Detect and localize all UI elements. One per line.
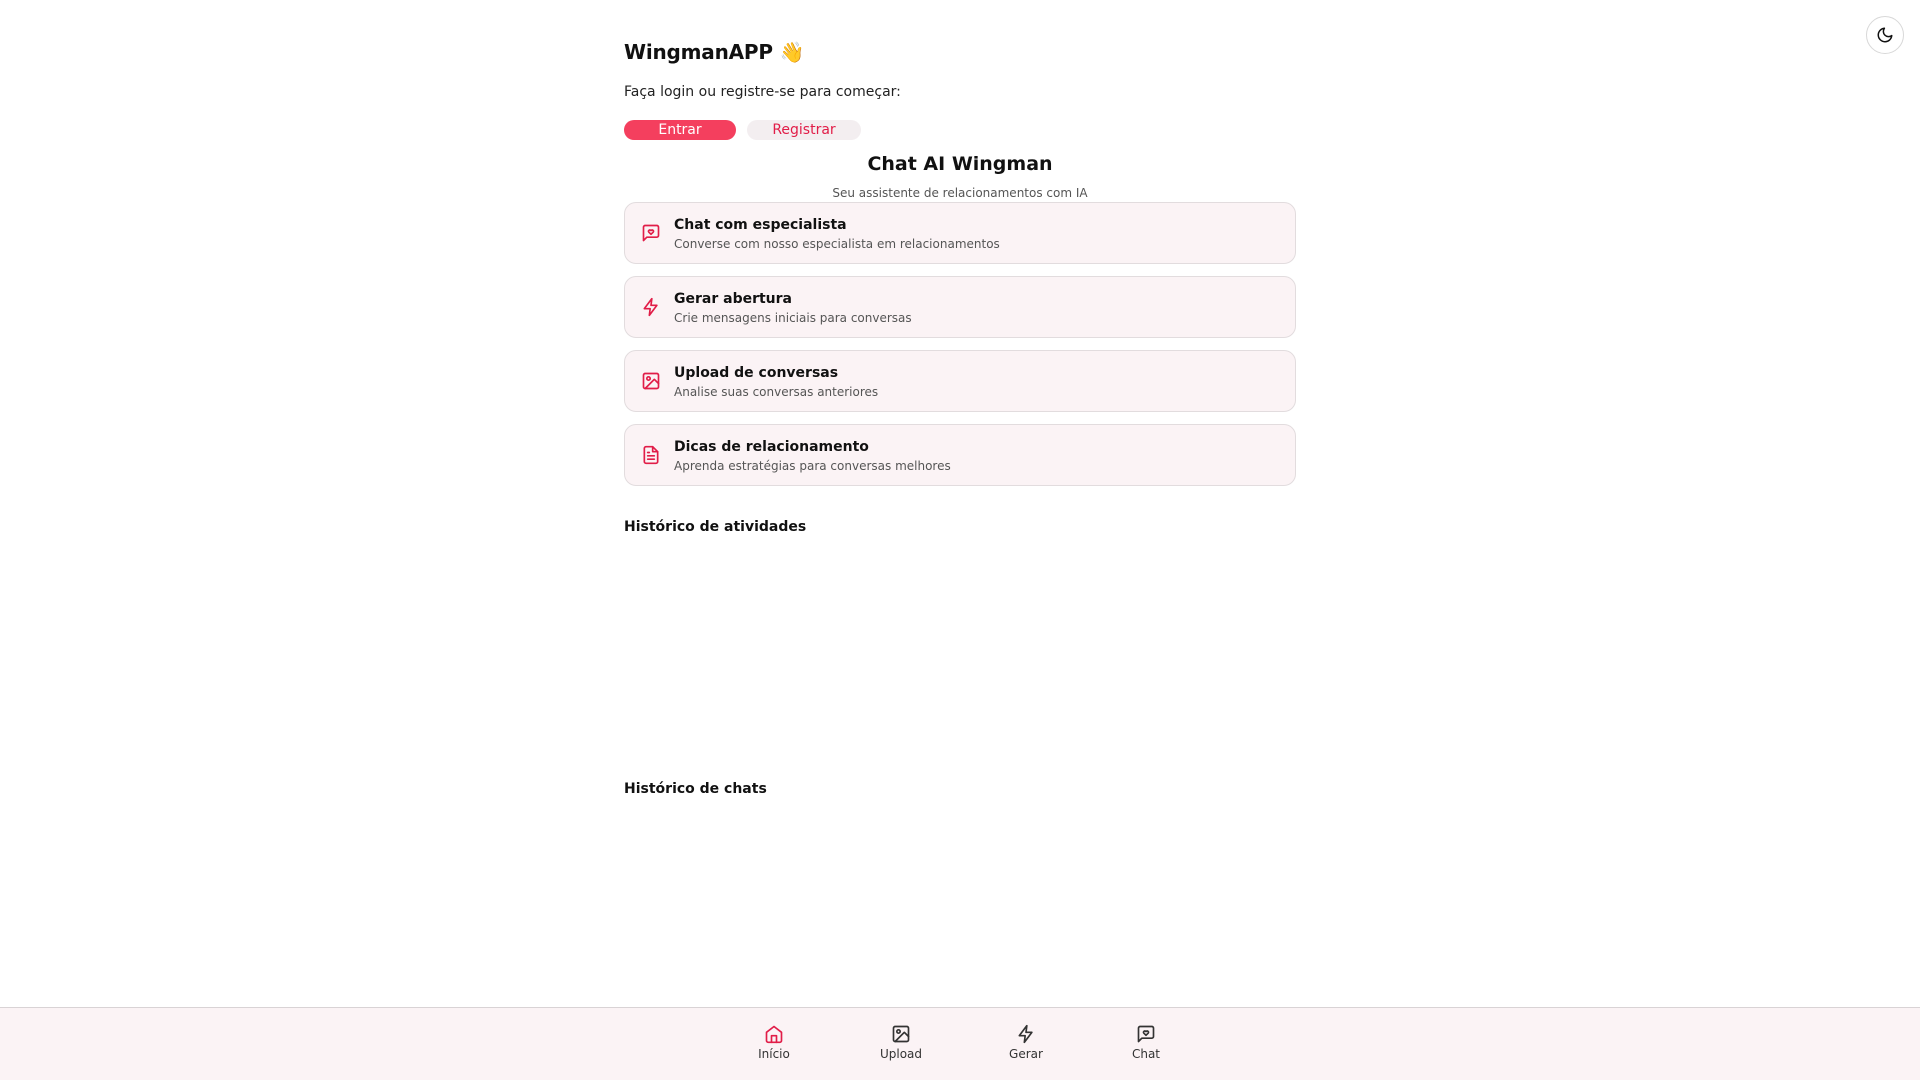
chat-heart-icon xyxy=(642,224,660,242)
moon-icon xyxy=(1877,27,1893,43)
home-icon xyxy=(765,1025,783,1044)
feature-title: Gerar abertura xyxy=(674,291,792,307)
section-title: Chat AI Wingman xyxy=(867,153,1053,175)
feature-description: Converse com nosso especialista em relac… xyxy=(674,237,1000,251)
nav-label: Gerar xyxy=(1009,1047,1043,1061)
image-icon xyxy=(892,1025,910,1043)
feature-description: Aprenda estratégias para conversas melho… xyxy=(674,459,951,473)
activity-history-title: Histórico de atividades xyxy=(624,519,807,535)
feature-card-upload[interactable]: Upload de conversas Analise suas convers… xyxy=(624,350,1296,412)
feature-title: Chat com especialista xyxy=(674,217,847,233)
theme-toggle-button[interactable] xyxy=(1866,16,1904,54)
lightning-icon xyxy=(1018,1024,1033,1044)
feature-card-generate[interactable]: Gerar abertura Crie mensagens iniciais p… xyxy=(624,276,1296,338)
auth-tabs: Entrar Registrar xyxy=(624,120,861,140)
app-title: WingmanAPP 👋 xyxy=(624,40,805,64)
feature-card-tips[interactable]: Dicas de relacionamento Aprenda estratég… xyxy=(624,424,1296,486)
lightning-icon xyxy=(643,297,658,317)
feature-description: Analise suas conversas anteriores xyxy=(674,385,879,399)
register-button[interactable]: Registrar xyxy=(747,120,861,140)
nav-generate[interactable]: Gerar xyxy=(986,1024,1066,1061)
document-icon xyxy=(643,445,659,465)
section-subtitle: Seu assistente de relacionamentos com IA xyxy=(832,186,1088,200)
nav-label: Chat xyxy=(1131,1047,1161,1061)
image-icon xyxy=(642,372,660,390)
chat-history-title: Histórico de chats xyxy=(624,781,767,797)
nav-chat[interactable]: Chat xyxy=(1106,1024,1186,1061)
nav-label: Início xyxy=(758,1047,790,1061)
login-prompt: Faça login ou registre-se para começar: xyxy=(624,84,901,100)
nav-home[interactable]: Início xyxy=(734,1024,814,1061)
feature-title: Upload de conversas xyxy=(674,365,839,381)
nav-upload[interactable]: Upload xyxy=(861,1024,941,1061)
feature-description: Crie mensagens iniciais para conversas xyxy=(674,311,912,325)
feature-title: Dicas de relacionamento xyxy=(674,439,869,455)
chat-heart-icon xyxy=(1137,1025,1155,1043)
login-button[interactable]: Entrar xyxy=(624,120,736,140)
feature-card-chat[interactable]: Chat com especialista Converse com nosso… xyxy=(624,202,1296,264)
bottom-navigation: Início Upload Gerar Chat xyxy=(0,1007,1920,1080)
nav-label: Upload xyxy=(879,1047,923,1061)
